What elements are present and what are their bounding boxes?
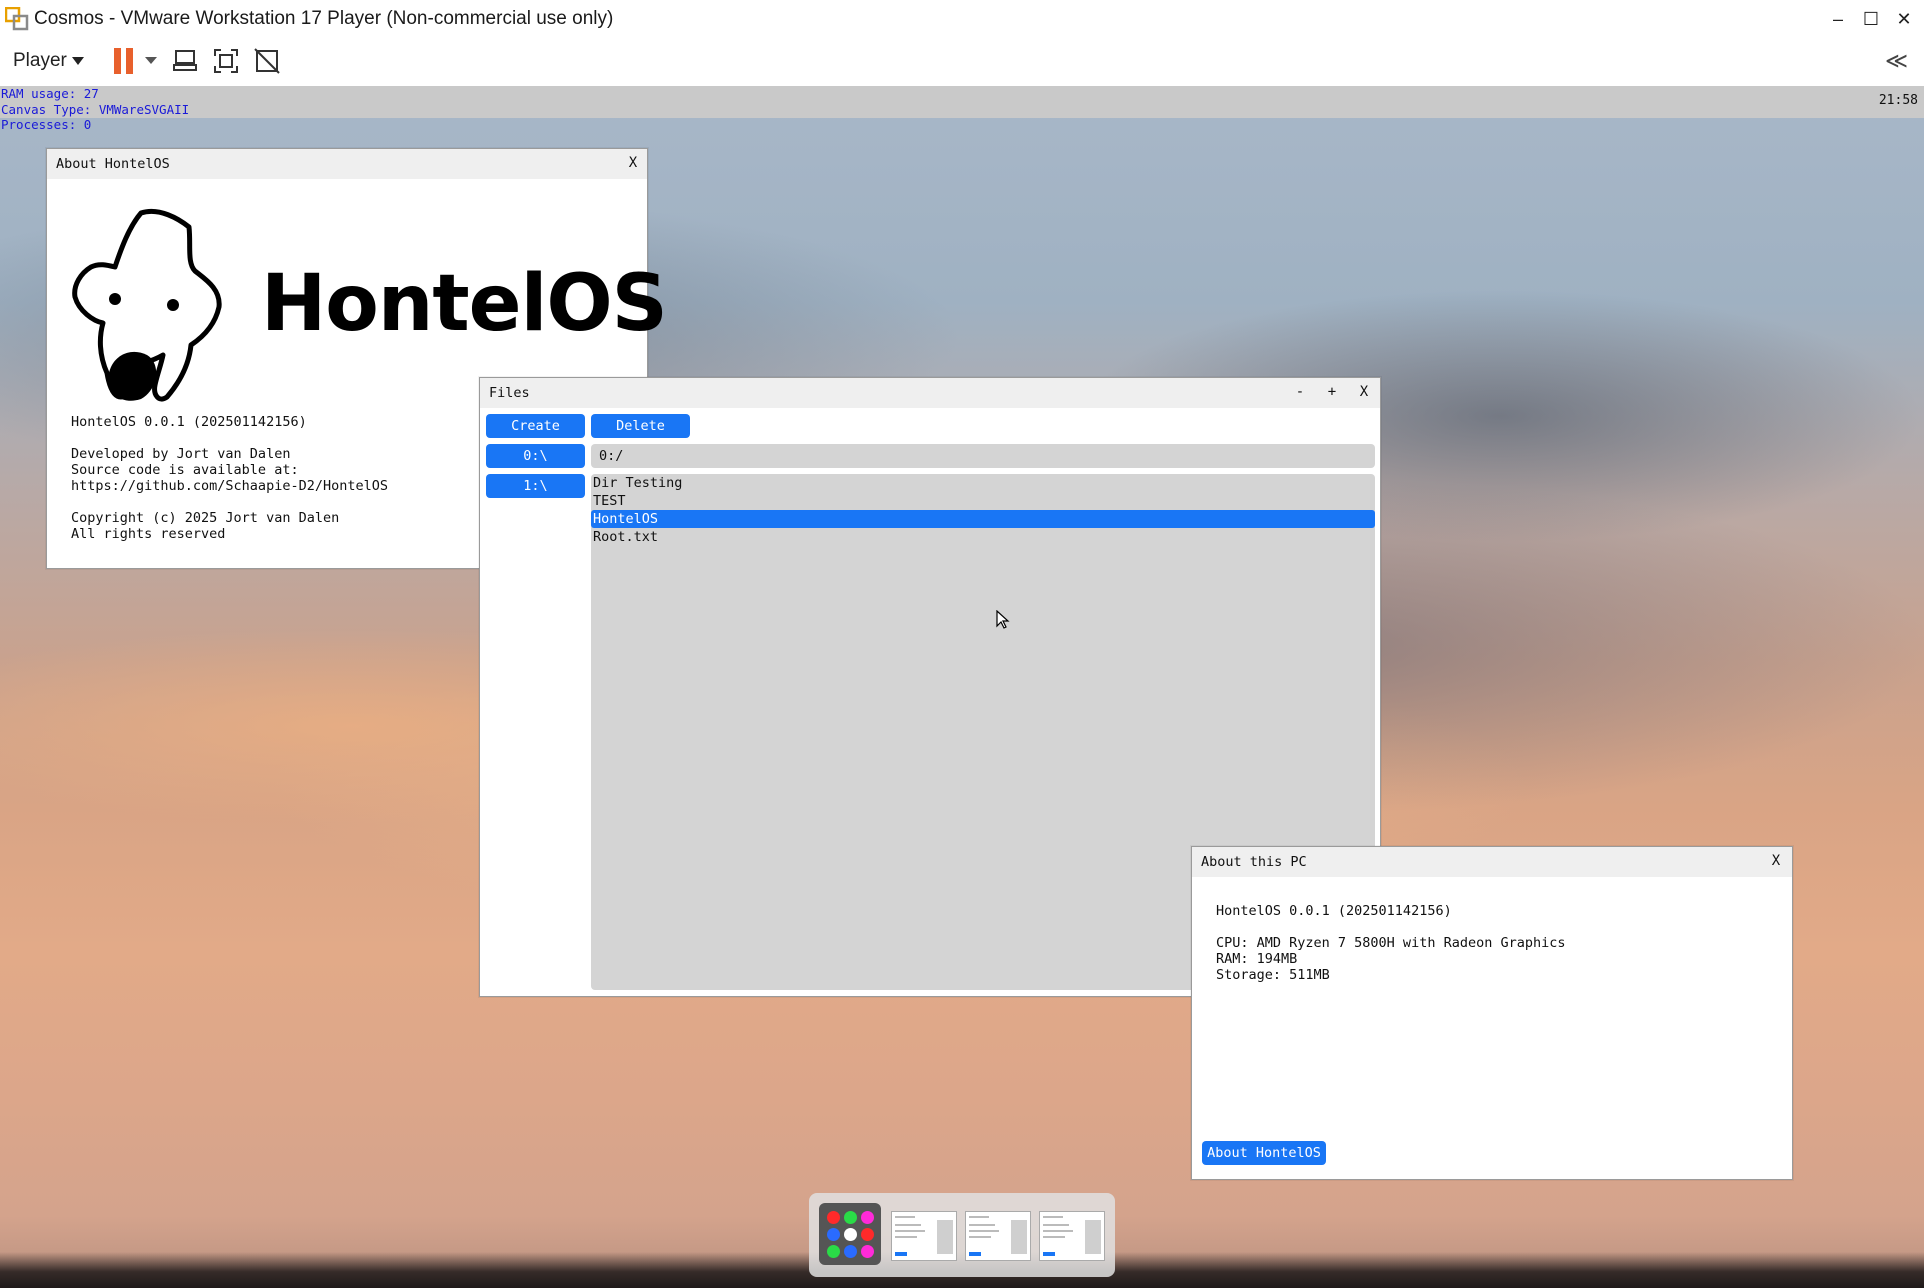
version-text: HontelOS 0.0.1 (202501142156) <box>71 414 307 430</box>
app-launcher-icon[interactable] <box>819 1203 881 1265</box>
player-dropdown-icon[interactable] <box>72 57 84 65</box>
taskbar-window-thumbnail[interactable] <box>965 1211 1031 1261</box>
window-title: About HontelOS <box>56 156 170 172</box>
about-hontelos-button[interactable]: About HontelOS <box>1202 1141 1326 1165</box>
path-bar[interactable]: 0:/ <box>591 444 1375 468</box>
storage-text: Storage: 511MB <box>1216 967 1330 983</box>
taskbar-window-thumbnail[interactable] <box>891 1211 957 1261</box>
taskbar-window-thumbnail[interactable] <box>1039 1211 1105 1261</box>
about-hontelos-titlebar[interactable]: About HontelOS X <box>47 149 647 179</box>
developed-by-text: Developed by Jort van Dalen <box>71 446 291 462</box>
host-window-title: Cosmos - VMware Workstation 17 Player (N… <box>34 8 614 29</box>
list-item[interactable]: Root.txt <box>591 528 1375 546</box>
copyright-text: Copyright (c) 2025 Jort van Dalen <box>71 510 340 526</box>
drive-1-button[interactable]: 1:\ <box>486 474 585 498</box>
drive-0-button[interactable]: 0:\ <box>486 444 585 468</box>
files-titlebar[interactable]: Files - + X <box>480 378 1380 408</box>
fullscreen-icon[interactable] <box>212 47 240 75</box>
about-pc-titlebar[interactable]: About this PC X <box>1192 847 1792 877</box>
guest-info-bar <box>0 86 1924 118</box>
maximize-button[interactable]: + <box>1324 384 1340 400</box>
ram-usage-text: RAM usage: 27 <box>1 86 99 101</box>
minimize-button[interactable]: - <box>1292 384 1308 400</box>
close-button[interactable]: ✕ <box>1888 4 1920 34</box>
cpu-text: CPU: AMD Ryzen 7 5800H with Radeon Graph… <box>1216 935 1566 951</box>
canvas-type-text: Canvas Type: VMWareSVGAII <box>1 101 190 117</box>
host-titlebar: Cosmos - VMware Workstation 17 Player (N… <box>0 0 1924 38</box>
hontelos-logo-text: HontelOS <box>261 259 668 349</box>
minimize-button[interactable]: – <box>1822 4 1854 34</box>
processes-text: Processes: 0 <box>1 117 92 132</box>
clock: 21:58 <box>1878 93 1918 108</box>
list-item[interactable]: Dir Testing <box>591 474 1375 492</box>
source-code-text: Source code is available at: <box>71 462 299 478</box>
maximize-button[interactable]: ☐ <box>1855 4 1887 34</box>
power-dropdown-icon[interactable] <box>145 57 157 64</box>
unity-mode-icon[interactable] <box>253 47 281 75</box>
window-title: About this PC <box>1201 854 1307 870</box>
close-button[interactable]: X <box>625 155 641 171</box>
close-button[interactable]: X <box>1768 853 1784 869</box>
ram-text: RAM: 194MB <box>1216 951 1298 967</box>
hontelos-logo-dog <box>72 209 222 402</box>
rights-text: All rights reserved <box>71 526 226 542</box>
player-menu-button[interactable]: Player <box>13 50 67 72</box>
host-toolbar: Player ≪ <box>0 38 1924 87</box>
send-ctrl-alt-del-icon[interactable] <box>172 47 200 75</box>
window-title: Files <box>489 385 530 401</box>
pause-icon[interactable] <box>114 48 134 74</box>
dock <box>809 1193 1115 1277</box>
list-item-selected[interactable]: HontelOS <box>591 510 1375 528</box>
version-text: HontelOS 0.0.1 (202501142156) <box>1216 903 1452 919</box>
close-button[interactable]: X <box>1356 384 1372 400</box>
collapse-toolbar-icon[interactable]: ≪ <box>1885 48 1908 74</box>
create-button[interactable]: Create <box>486 414 585 438</box>
about-pc-window: About this PC X HontelOS 0.0.1 (20250114… <box>1191 846 1793 1180</box>
delete-button[interactable]: Delete <box>591 414 690 438</box>
list-item[interactable]: TEST <box>591 492 1375 510</box>
source-url-text: https://github.com/Schaapie-D2/HontelOS <box>71 478 388 494</box>
mouse-cursor-icon <box>996 610 1010 629</box>
guest-screen: RAM usage: 27 Canvas Type: VMWareSVGAII … <box>0 86 1924 1288</box>
vmware-icon <box>5 7 29 31</box>
